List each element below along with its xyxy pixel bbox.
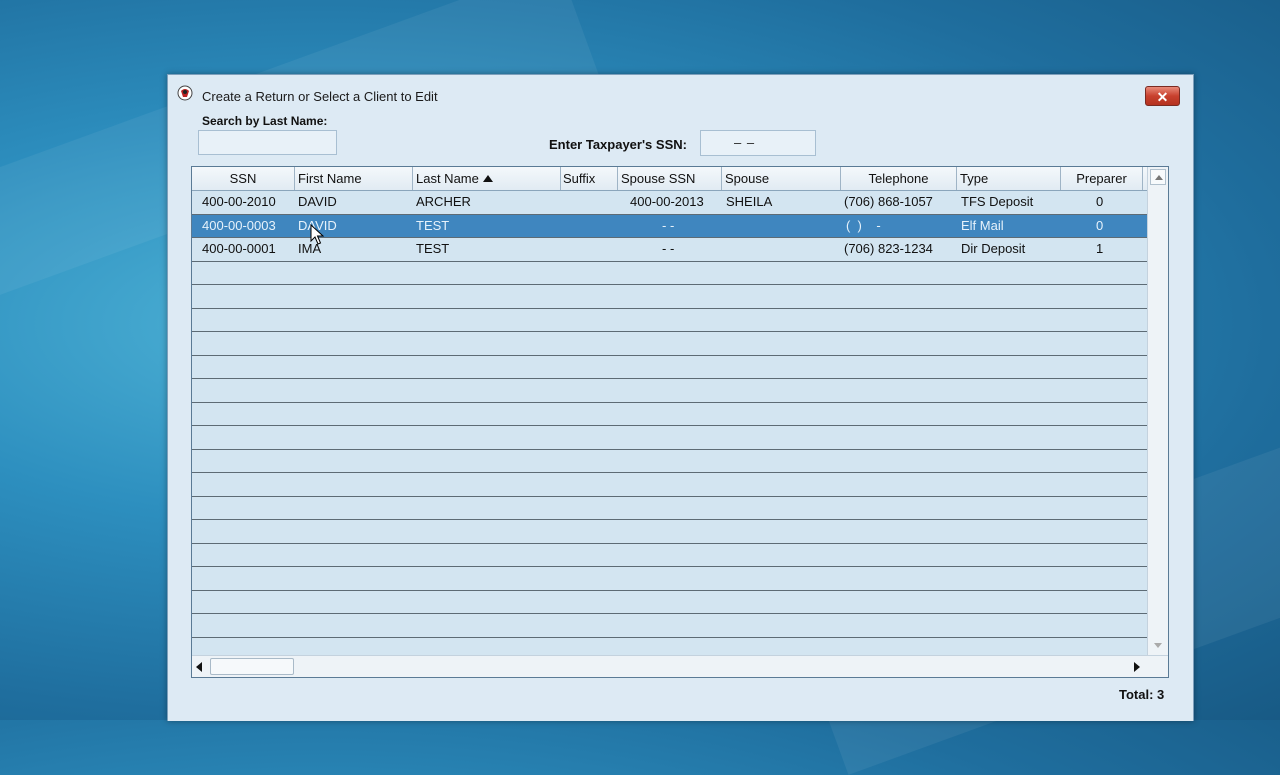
empty-table-row (192, 402, 1147, 426)
column-header-suffix[interactable]: Suffix (561, 167, 618, 190)
cell-type: TFS Deposit (961, 194, 1034, 209)
empty-table-row (192, 449, 1147, 473)
table-row[interactable]: 400-00-0001 IMA TEST - - (706) 823-1234 … (192, 238, 1147, 262)
empty-table-row (192, 355, 1147, 379)
column-header-preparer[interactable]: Preparer (1061, 167, 1143, 190)
client-select-dialog: Create a Return or Select a Client to Ed… (167, 74, 1194, 721)
app-logo-icon (177, 85, 193, 101)
column-header-spouse[interactable]: Spouse (722, 167, 841, 190)
empty-table-row (192, 332, 1147, 356)
cell-first-name: DAVID (298, 194, 337, 209)
cell-last-name: TEST (416, 241, 450, 256)
search-last-name-input[interactable] (198, 130, 337, 155)
title-bar[interactable]: Create a Return or Select a Client to Ed… (168, 75, 1193, 115)
cell-telephone: (706) 868-1057 (844, 194, 933, 209)
total-count: Total: 3 (1119, 687, 1165, 702)
cell-spouse-ssn: - - (662, 241, 675, 256)
empty-table-row (192, 567, 1147, 591)
cell-ssn: 400-00-0001 (202, 241, 276, 256)
grid-header: SSN First Name Last Name Suffix Spouse S… (192, 167, 1147, 191)
column-header-first-name[interactable]: First Name (295, 167, 413, 190)
empty-table-row (192, 426, 1147, 450)
scroll-left-icon[interactable] (196, 662, 202, 672)
empty-table-row (192, 614, 1147, 638)
empty-table-row (192, 473, 1147, 497)
column-header-last-name[interactable]: Last Name (413, 167, 561, 190)
column-header-type[interactable]: Type (957, 167, 1061, 190)
scroll-down-icon[interactable] (1150, 637, 1166, 653)
close-button[interactable]: ✕ (1145, 86, 1180, 106)
taxpayer-ssn-input[interactable]: – – (700, 130, 816, 156)
column-header-telephone[interactable]: Telephone (841, 167, 957, 190)
cell-spouse-ssn: 400-00-2013 (630, 194, 704, 209)
cell-preparer: 1 (1096, 241, 1104, 256)
scroll-up-icon[interactable] (1150, 169, 1166, 185)
empty-table-row (192, 520, 1147, 544)
taxpayer-ssn-label: Enter Taxpayer's SSN: (549, 137, 687, 152)
empty-table-row (192, 543, 1147, 567)
cell-spouse: SHEILA (726, 194, 773, 209)
mouse-pointer-icon (310, 224, 325, 245)
empty-table-row (192, 308, 1147, 332)
table-row-selected[interactable]: 400-00-0003 DAVID TEST - - ( ) - Elf Mai… (192, 214, 1147, 238)
empty-table-row (192, 261, 1147, 285)
empty-rows (192, 261, 1147, 661)
vertical-scrollbar[interactable] (1147, 167, 1168, 655)
cell-preparer: 0 (1096, 217, 1104, 233)
scroll-right-icon[interactable] (1134, 662, 1140, 672)
sort-ascending-icon (482, 175, 493, 182)
horizontal-scroll-thumb[interactable] (210, 658, 294, 675)
column-header-last-name-label: Last Name (416, 171, 479, 186)
search-last-name-label: Search by Last Name: (202, 114, 328, 128)
empty-table-row (192, 285, 1147, 309)
empty-table-row (192, 379, 1147, 403)
cell-preparer: 0 (1096, 194, 1104, 209)
table-row[interactable]: 400-00-2010 DAVID ARCHER 400-00-2013 SHE… (192, 191, 1147, 215)
cell-last-name: ARCHER (416, 194, 471, 209)
cell-last-name: TEST (416, 217, 450, 233)
client-grid: SSN First Name Last Name Suffix Spouse S… (191, 166, 1169, 678)
cell-spouse-ssn: - - (662, 217, 675, 233)
cell-type: Elf Mail (961, 217, 1004, 233)
cell-ssn: 400-00-0003 (202, 217, 276, 233)
cell-type: Dir Deposit (961, 241, 1026, 256)
column-header-ssn[interactable]: SSN (192, 167, 295, 190)
cell-telephone: ( ) - (846, 217, 881, 233)
cell-ssn: 400-00-2010 (202, 194, 276, 209)
column-header-spouse-ssn[interactable]: Spouse SSN (618, 167, 722, 190)
empty-table-row (192, 496, 1147, 520)
cell-telephone: (706) 823-1234 (844, 241, 933, 256)
grid-rows: 400-00-2010 DAVID ARCHER 400-00-2013 SHE… (192, 191, 1147, 661)
empty-table-row (192, 590, 1147, 614)
horizontal-scrollbar[interactable] (192, 655, 1168, 677)
window-title: Create a Return or Select a Client to Ed… (202, 89, 438, 104)
